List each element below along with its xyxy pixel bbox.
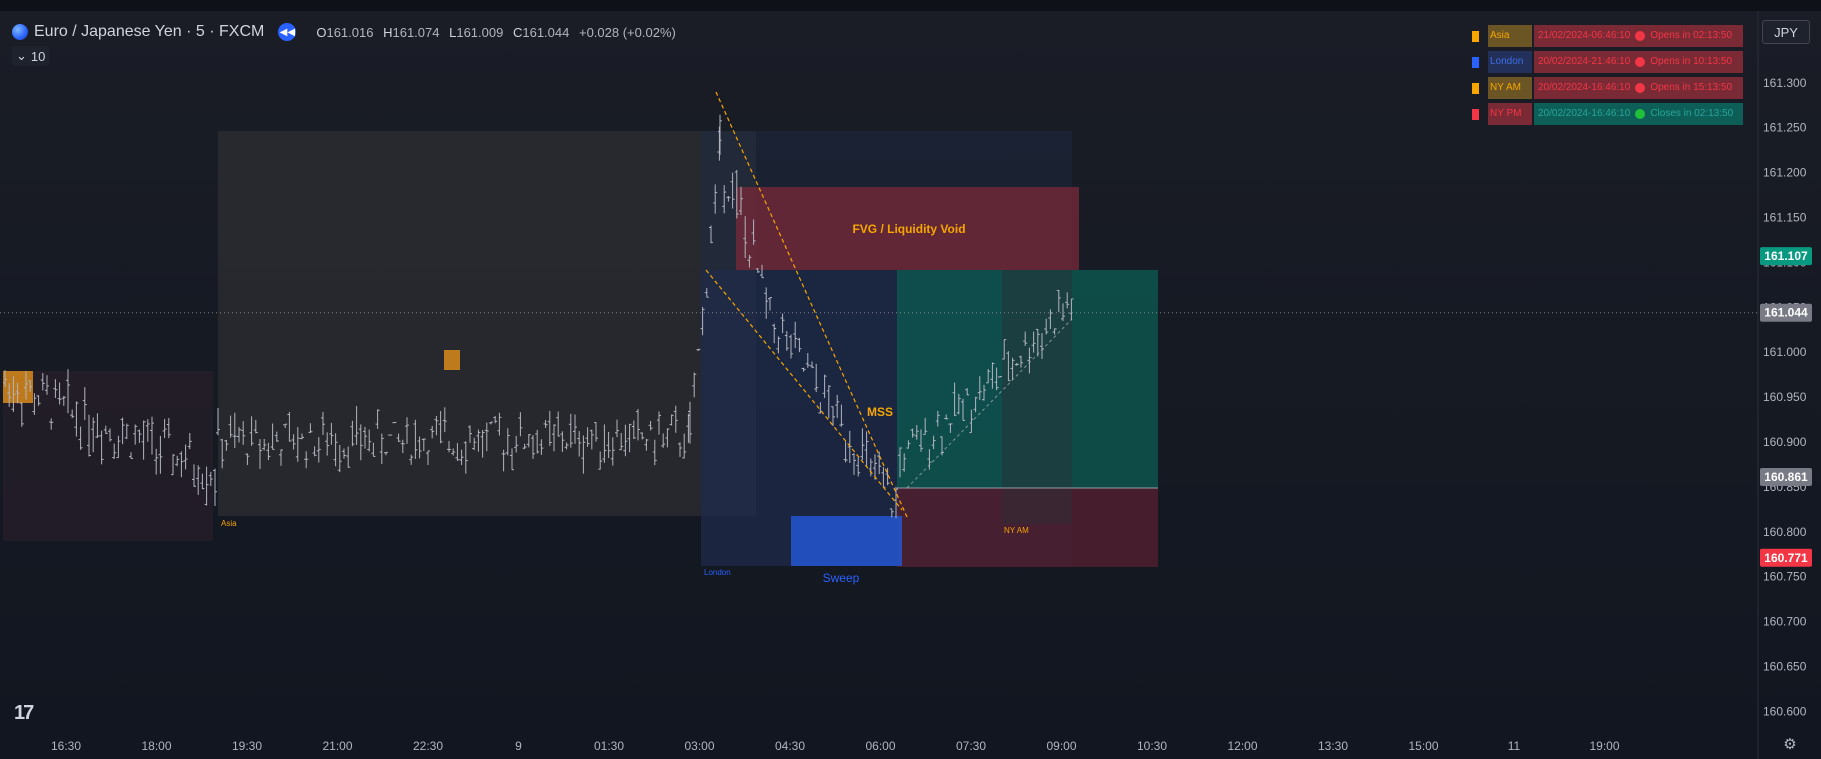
indicator-count: 10 (30, 48, 46, 64)
sweep-label: Sweep (823, 571, 860, 585)
session-row: London 20/02/2024-21:46:10 Opens in 10:13:… (1472, 51, 1743, 73)
price-label-text: 161.107 (1764, 249, 1808, 263)
price-label-text: 160.861 (1764, 470, 1808, 484)
gear-icon[interactable]: ⚙ (1782, 737, 1798, 753)
price-axis[interactable]: 161.350161.300161.250161.200161.150161.1… (1757, 11, 1807, 759)
symbol-logo-icon (12, 24, 28, 40)
time-axis[interactable]: 16:30 18:00 19:30 21:00 22:30 9 01:30 03:00 04:3… (51, 739, 1620, 753)
x-tick-label: 11 (1508, 739, 1521, 753)
change-value: +0.028 (+0.02%) (578, 24, 676, 40)
session-name: Asia (1488, 25, 1532, 47)
x-tick-label: 19:30 (232, 739, 262, 753)
chevron-down-icon: ⌄ (16, 48, 27, 63)
y-tick-label: 160.650 (1763, 659, 1807, 673)
x-tick-label: 16:30 (51, 739, 81, 753)
session-color-square (1472, 108, 1479, 120)
x-tick-label: 04:30 (775, 739, 805, 753)
session-status: Opens in 10:13:50 (1650, 56, 1733, 67)
close-key: C (512, 24, 523, 40)
session-info: 21/02/2024-06:46:10 Opens in 02:13:50 (1534, 25, 1743, 47)
x-tick-label: 09:00 (1046, 739, 1076, 753)
mss-label: MSS (867, 405, 893, 419)
y-tick-label: 161.150 (1763, 211, 1807, 225)
symbol-title[interactable]: Euro / Japanese Yen · 5 · FXCM (34, 23, 264, 41)
y-tick-label: 161.000 (1763, 345, 1807, 359)
asia-session-box (218, 131, 756, 516)
y-tick-label: 160.750 (1763, 570, 1807, 584)
session-row: NY PM 20/02/2024-16:46:10 Closes in 02:13:… (1472, 103, 1743, 125)
asia-session-label: Asia (221, 519, 237, 528)
x-tick-label: 12:00 (1227, 739, 1257, 753)
session-datetime: 20/02/2024-16:46:10 (1538, 82, 1631, 93)
ohlc-values: O161.016 H161.074 L161.009 C161.044 +0.0… (316, 25, 676, 40)
price-label-text: 160.771 (1764, 551, 1808, 565)
low-value: 161.009 (456, 24, 504, 40)
session-status: Opens in 02:13:50 (1650, 30, 1733, 41)
session-color-square (1472, 82, 1479, 94)
y-tick-label: 161.200 (1763, 166, 1807, 180)
sweep-box (791, 516, 902, 566)
session-info: 20/02/2024-16:46:10 Opens in 15:13:50 (1534, 77, 1743, 99)
high-value: 161.074 (392, 24, 440, 40)
red-status-dot-icon (1635, 57, 1646, 67)
session-color-square (1472, 56, 1479, 68)
x-tick-label: 21:00 (322, 739, 352, 753)
session-row: Asia 21/02/2024-06:46:10 Opens in 02:13:50 (1472, 25, 1743, 47)
ny-am-box (1002, 270, 1072, 524)
session-table: Asia 21/02/2024-06:46:10 Opens in 02:13:50… (1472, 25, 1743, 129)
session-datetime: 20/02/2024-16:46:10 (1538, 108, 1631, 119)
session-info: 20/02/2024-16:46:10 Closes in 02:13:50 (1534, 103, 1743, 125)
x-tick-label: 01:30 (594, 739, 624, 753)
price-labels: 161.107 161.044 160.861 160.771 (1760, 247, 1812, 567)
x-tick-label: 9 (515, 739, 522, 753)
session-status: Closes in 02:13:50 (1650, 108, 1734, 119)
london-session-label: London (704, 568, 731, 577)
y-tick-label: 160.950 (1763, 390, 1807, 404)
session-boxes (3, 131, 1158, 567)
session-datetime: 21/02/2024-06:46:10 (1538, 30, 1631, 41)
session-name: NY PM (1488, 103, 1532, 125)
y-tick-label: 160.800 (1763, 525, 1807, 539)
session-name: London (1488, 51, 1532, 73)
open-key: O (316, 24, 327, 40)
x-tick-label: 06:00 (865, 739, 895, 753)
red-status-dot-icon (1635, 83, 1646, 93)
top-toolbar (0, 0, 1821, 11)
session-status: Opens in 15:13:50 (1650, 82, 1733, 93)
x-tick-label: 13:30 (1318, 739, 1348, 753)
session-name: NY AM (1488, 77, 1532, 99)
replay-icon[interactable]: ◀◀ (278, 23, 297, 41)
green-status-dot-icon (1635, 109, 1646, 119)
price-label-text: 161.044 (1764, 306, 1808, 320)
x-tick-label: 10:30 (1137, 739, 1167, 753)
red-status-dot-icon (1635, 31, 1646, 41)
open-value: 161.016 (326, 24, 374, 40)
fvg-label: FVG / Liquidity Void (852, 222, 965, 236)
session-row: NY AM 20/02/2024-16:46:10 Opens in 15:13:5… (1472, 77, 1743, 99)
x-tick-label: 15:00 (1408, 739, 1438, 753)
y-tick-label: 160.900 (1763, 435, 1807, 449)
x-tick-label: 19:00 (1589, 739, 1619, 753)
indicator-collapse-button[interactable]: ⌄ 10 (12, 46, 50, 66)
ny-am-session-label: NY AM (1004, 526, 1029, 535)
x-tick-label: 22:30 (413, 739, 443, 753)
y-tick-label: 161.250 (1763, 121, 1807, 135)
x-tick-label: 03:00 (684, 739, 714, 753)
currency-button[interactable]: JPY (1762, 20, 1810, 44)
y-tick-label: 160.600 (1763, 704, 1807, 718)
x-tick-label: 18:00 (141, 739, 171, 753)
session-datetime: 20/02/2024-21:46:10 (1538, 56, 1631, 67)
tradingview-logo-icon[interactable]: 17 (14, 702, 34, 725)
close-value: 161.044 (522, 24, 570, 40)
session-color-square (1472, 30, 1479, 42)
orange-marker-2 (444, 350, 460, 370)
symbol-legend: Euro / Japanese Yen · 5 · FXCM ◀◀ O161.0… (12, 21, 676, 43)
session-info: 20/02/2024-21:46:10 Opens in 10:13:50 (1534, 51, 1743, 73)
x-tick-label: 07:30 (956, 739, 986, 753)
y-tick-label: 160.700 (1763, 615, 1807, 629)
y-tick-label: 161.300 (1763, 76, 1807, 90)
